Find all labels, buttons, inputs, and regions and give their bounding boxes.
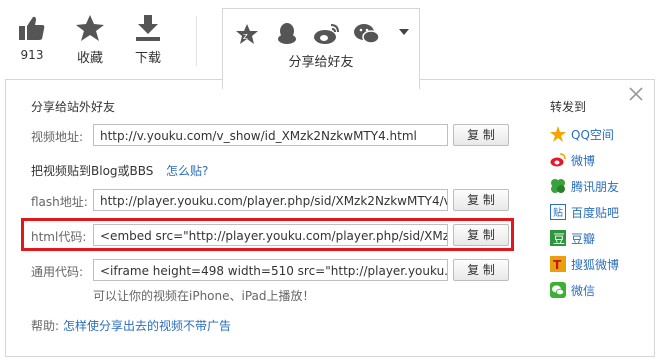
forward-item-sohu-weibo[interactable]: T 搜狐微博 (550, 256, 640, 274)
forward-item-baidu-tieba[interactable]: 贴 百度贴吧 (550, 204, 640, 222)
share-tab[interactable]: z 分享给好友 (222, 8, 420, 89)
panel-title: 分享给站外好友 (31, 100, 116, 114)
blog-section-label: 把视频贴到Blog或BBS (31, 164, 154, 178)
copy-video-url-button[interactable]: 复 制 (453, 124, 509, 146)
star-icon (76, 15, 104, 41)
like-count: 913 (20, 48, 44, 62)
forward-title: 转发到 (550, 100, 587, 114)
generic-code-field[interactable]: <iframe height=498 width=510 src="http:/… (93, 259, 448, 281)
video-url-label: 视频地址: (31, 130, 84, 144)
copy-html-code-button[interactable]: 复 制 (453, 224, 509, 246)
sohu-weibo-icon: T (550, 256, 566, 272)
forward-item-label: QQ空间 (571, 128, 614, 142)
video-url-field[interactable]: http://v.youku.com/v_show/id_XMzk2NzkwMT… (93, 124, 448, 146)
wechat-icon (550, 282, 566, 298)
download-icon (136, 15, 160, 41)
copy-generic-code-button[interactable]: 复 制 (453, 259, 509, 281)
html-code-label: html代码: (31, 230, 87, 244)
forward-item-wechat[interactable]: 微信 (550, 282, 640, 300)
like-button[interactable]: 913 (14, 14, 50, 62)
download-label: 下载 (134, 51, 161, 66)
help-label: 帮助: (31, 319, 60, 333)
copy-flash-url-button[interactable]: 复 制 (453, 189, 509, 211)
tencent-friends-icon (551, 179, 565, 193)
thumbs-up-icon (19, 16, 45, 40)
qzone-icon (550, 126, 566, 142)
generic-code-note: 可以让你的视频在iPhone、iPad上播放！ (93, 289, 315, 303)
forward-item-label: 百度贴吧 (571, 206, 620, 220)
forward-item-label: 搜狐微博 (571, 258, 620, 272)
how-to-paste-link[interactable]: 怎么贴? (166, 162, 208, 179)
svg-text:贴: 贴 (553, 206, 563, 219)
qzone-icon[interactable]: z (235, 23, 259, 45)
forward-item-qzone[interactable]: QQ空间 (550, 126, 640, 144)
qq-icon[interactable] (275, 22, 299, 46)
share-tab-label: 分享给好友 (288, 55, 354, 70)
help-link[interactable]: 怎样使分享出去的视频不带广告 (63, 317, 231, 334)
weibo-icon (550, 153, 566, 167)
weibo-icon[interactable] (313, 22, 341, 46)
html-code-field[interactable]: <embed src="http://player.youku.com/play… (93, 224, 448, 246)
forward-item-weibo[interactable]: 微博 (550, 152, 640, 170)
favorite-button[interactable]: 收藏 (70, 14, 110, 66)
caret-down-icon[interactable] (399, 29, 409, 37)
forward-item-douban[interactable]: 豆 豆瓣 (550, 230, 640, 248)
svg-text:T: T (553, 258, 562, 272)
forward-item-label: 微博 (571, 154, 596, 168)
forward-item-label: 微信 (571, 284, 596, 298)
flash-url-label: flash地址: (31, 195, 88, 209)
forward-item-label: 豆瓣 (571, 232, 596, 246)
svg-text:z: z (243, 32, 248, 42)
generic-code-label: 通用代码: (31, 265, 84, 279)
baidu-tieba-icon: 贴 (550, 204, 566, 220)
svg-text:豆: 豆 (553, 232, 565, 246)
forward-item-label: 腾讯朋友 (571, 180, 620, 194)
forward-item-tencent-friends[interactable]: 腾讯朋友 (550, 178, 640, 196)
douban-icon: 豆 (550, 230, 566, 246)
toolbar-divider (196, 16, 197, 66)
favorite-label: 收藏 (76, 51, 103, 66)
wechat-icon[interactable] (353, 22, 381, 46)
flash-url-field[interactable]: http://player.youku.com/player.php/sid/X… (93, 189, 448, 211)
close-icon[interactable] (628, 86, 644, 102)
download-button[interactable]: 下载 (128, 14, 168, 66)
